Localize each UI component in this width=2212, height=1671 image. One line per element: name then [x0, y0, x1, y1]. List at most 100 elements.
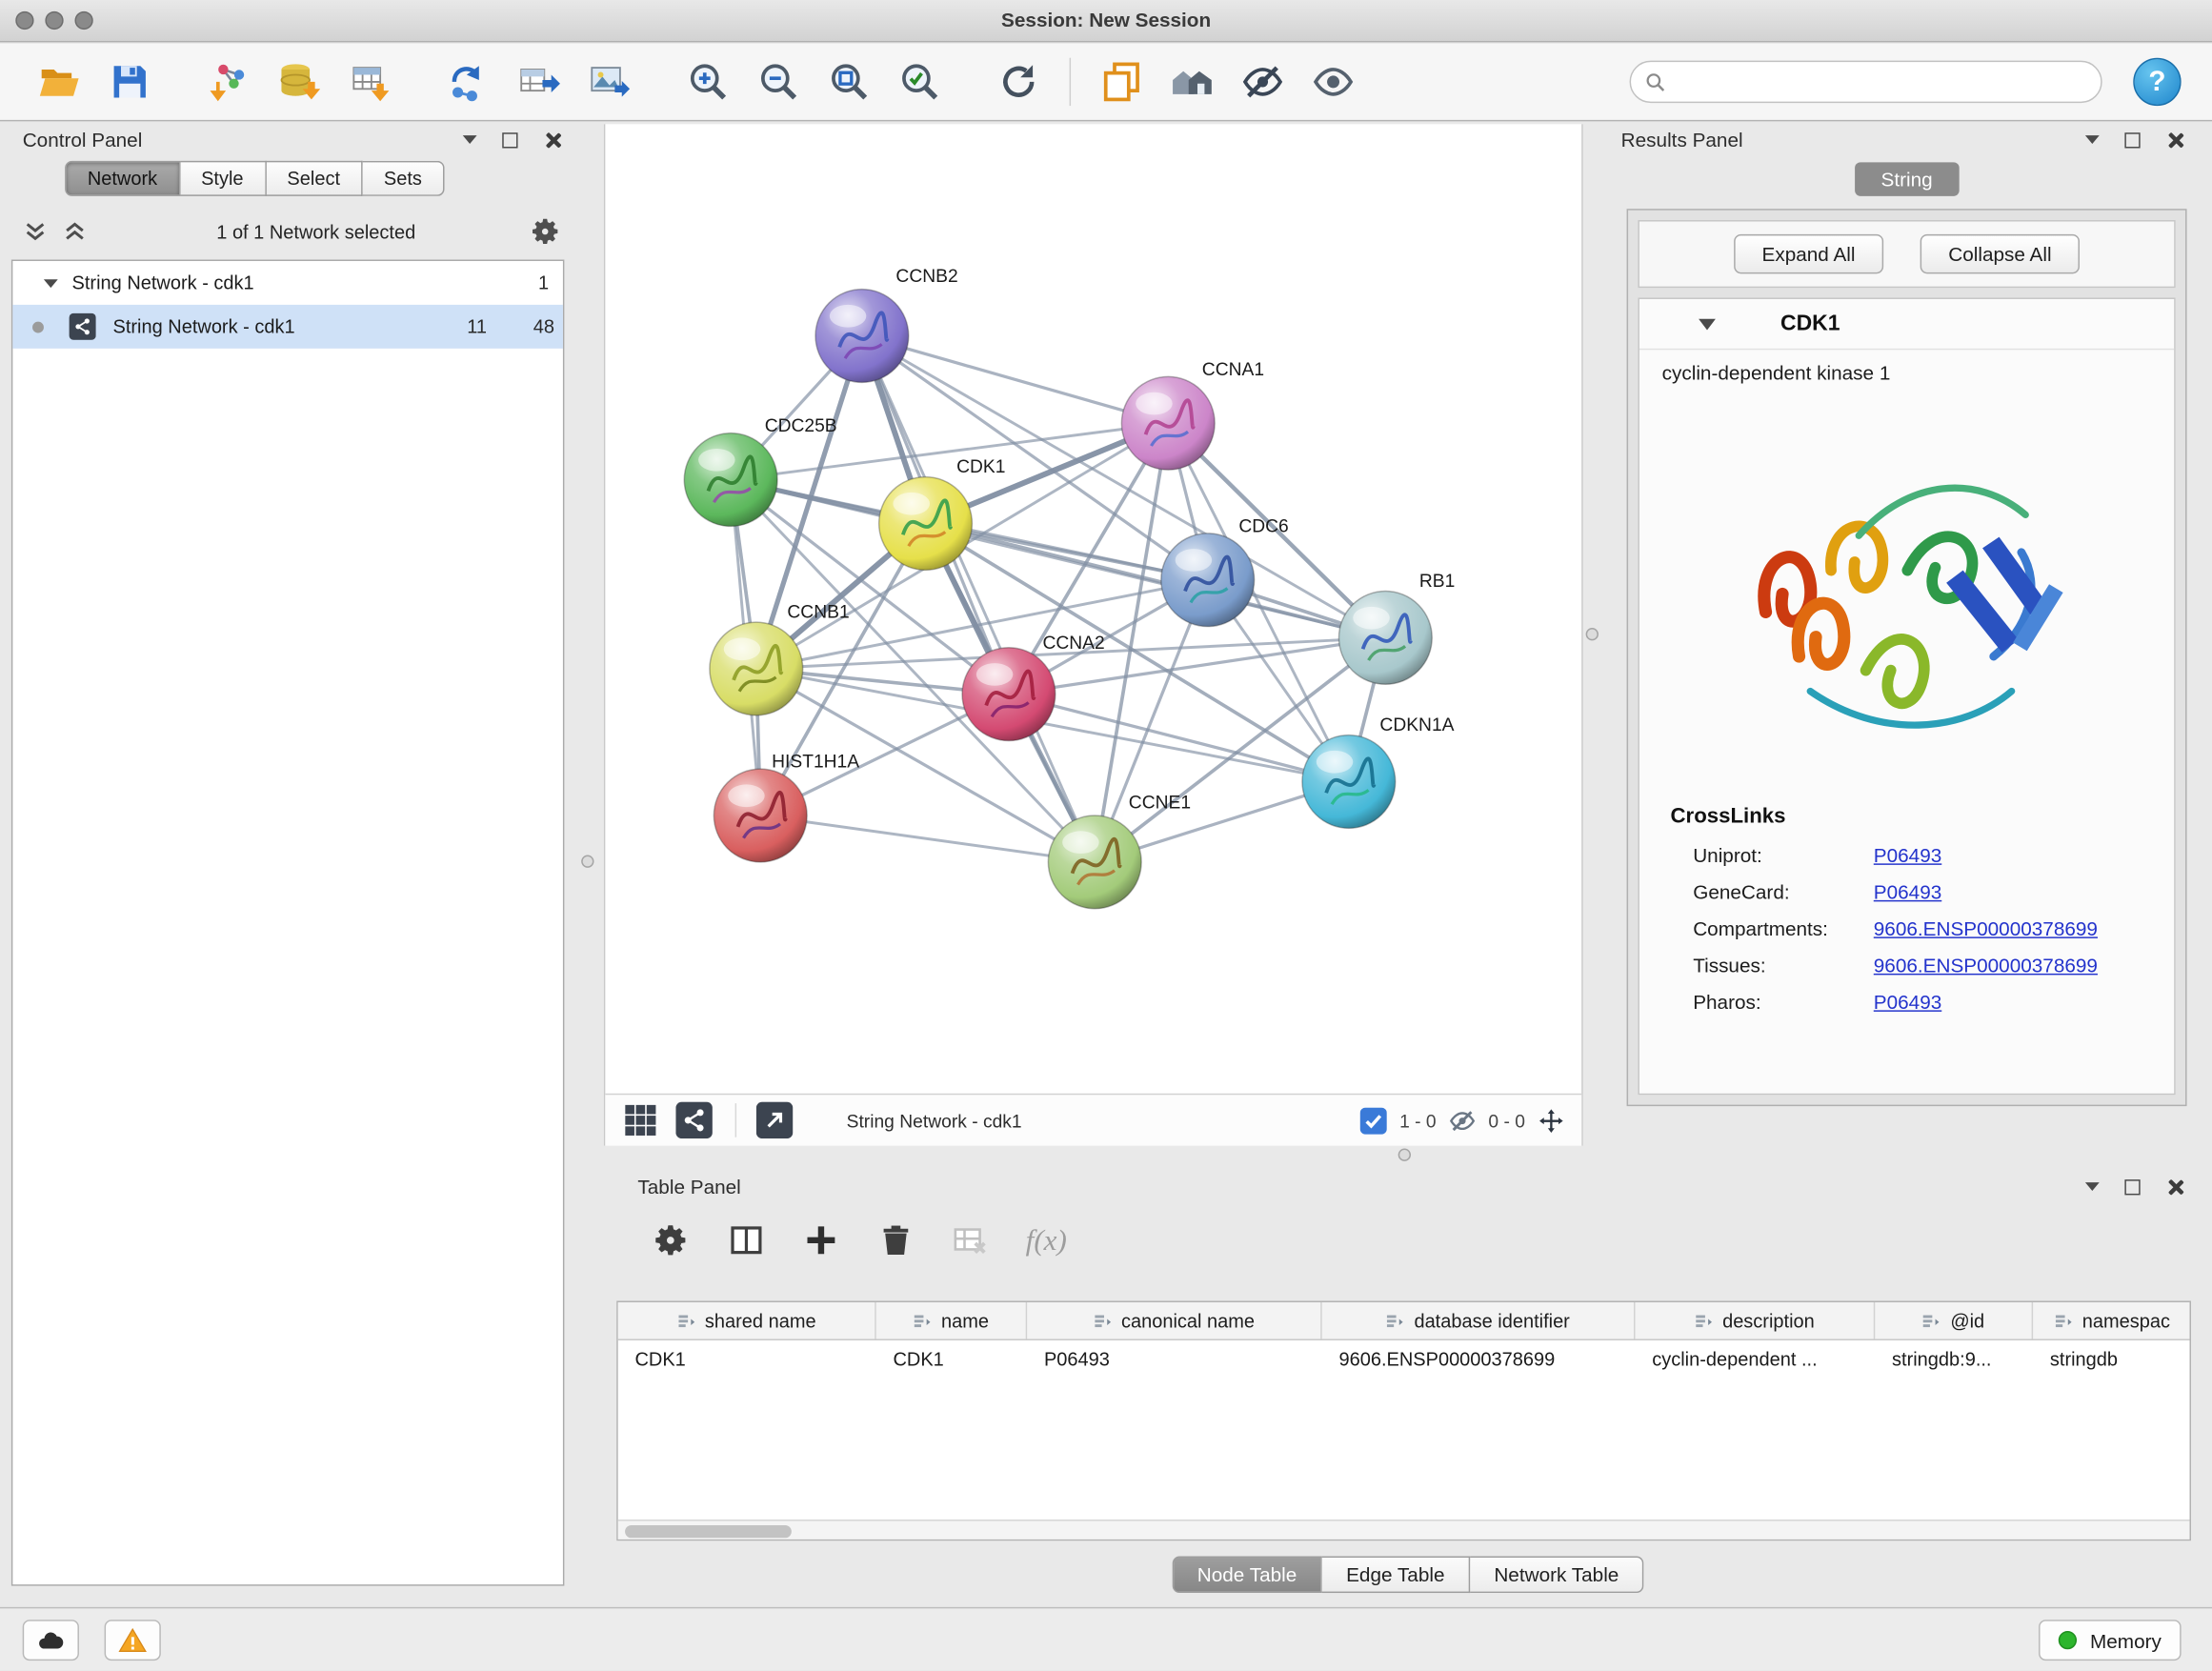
panel-menu-icon[interactable] [2085, 1182, 2100, 1191]
network-node-cdc6[interactable] [1161, 534, 1255, 627]
expand-all-icon[interactable] [62, 219, 88, 245]
network-node-ccna1[interactable] [1121, 376, 1215, 470]
node-label-cdk1: CDK1 [956, 457, 1005, 477]
search-input[interactable] [1675, 62, 2101, 101]
left-splitter-handle[interactable] [581, 855, 593, 867]
right-splitter-handle[interactable] [1586, 628, 1599, 640]
new-network-from-selection-button[interactable] [440, 52, 496, 111]
gene-expander-icon[interactable] [1699, 318, 1716, 330]
refresh-view-button[interactable] [991, 52, 1047, 111]
column-header--id[interactable]: @id [1875, 1302, 2033, 1339]
search-box[interactable] [1630, 61, 2102, 103]
network-node-cdkn1a[interactable] [1302, 735, 1396, 829]
table-horizontal-scrollbar[interactable] [618, 1520, 2190, 1540]
export-network-button[interactable] [511, 52, 567, 111]
crosslink-link[interactable]: P06493 [1874, 844, 1942, 867]
show-details-button[interactable] [1305, 52, 1361, 111]
open-session-button[interactable] [31, 52, 88, 111]
panel-close-icon[interactable] [543, 131, 561, 149]
zoom-out-button[interactable] [751, 52, 807, 111]
memory-button[interactable]: Memory [2040, 1620, 2182, 1661]
add-column-icon[interactable] [801, 1220, 840, 1259]
view-toolbar-separator [735, 1103, 736, 1137]
network-row-selected[interactable]: String Network - cdk1 11 48 [12, 305, 563, 349]
string-view-icon[interactable] [675, 1102, 713, 1139]
import-network-database-button[interactable] [271, 52, 327, 111]
column-header-canonical-name[interactable]: canonical name [1027, 1302, 1322, 1339]
column-header-namespac[interactable]: namespac [2033, 1302, 2191, 1339]
panel-menu-icon[interactable] [463, 135, 477, 144]
collection-expander-icon[interactable] [44, 278, 58, 287]
zoom-selected-button[interactable] [892, 52, 948, 111]
cloud-status-button[interactable] [23, 1620, 79, 1661]
zoom-in-button[interactable] [680, 52, 736, 111]
column-header-database-identifier[interactable]: database identifier [1322, 1302, 1636, 1339]
panel-float-icon[interactable] [2124, 131, 2140, 147]
column-header-name[interactable]: name [876, 1302, 1027, 1339]
hide-details-button[interactable] [1235, 52, 1291, 111]
network-node-ccne1[interactable] [1048, 815, 1141, 909]
panel-float-icon[interactable] [2124, 1178, 2140, 1194]
network-node-ccnb2[interactable] [815, 290, 909, 383]
horizontal-splitter-handle[interactable] [1398, 1149, 1411, 1161]
import-network-file-button[interactable] [200, 52, 256, 111]
network-view[interactable]: CCNB2CCNA1CDC25BCDK1CDC6RB1CCNB1CCNA2CDK… [604, 124, 1583, 1145]
network-edge[interactable] [862, 335, 1095, 861]
tab-network-table[interactable]: Network Table [1470, 1557, 1644, 1594]
hidden-eye-slash-icon[interactable] [1449, 1107, 1476, 1134]
warnings-button[interactable] [105, 1620, 161, 1661]
export-image-button[interactable] [581, 52, 637, 111]
network-node-rb1[interactable] [1338, 592, 1432, 685]
tab-string[interactable]: String [1854, 162, 1959, 196]
network-options-gear-icon[interactable] [531, 216, 562, 248]
gene-card-header[interactable]: CDK1 [1639, 299, 2174, 350]
panel-close-icon[interactable] [2165, 1178, 2183, 1196]
expand-all-button[interactable]: Expand All [1734, 234, 1883, 273]
open-in-browser-icon[interactable] [756, 1102, 794, 1139]
column-header-shared-name[interactable]: shared name [618, 1302, 876, 1339]
network-edge[interactable] [760, 815, 1095, 862]
scrollbar-thumb[interactable] [625, 1524, 792, 1537]
table-settings-gear-icon[interactable] [652, 1220, 691, 1259]
home-button[interactable] [1164, 52, 1220, 111]
tab-sets[interactable]: Sets [363, 161, 445, 196]
crosslink-link[interactable]: 9606.ENSP00000378699 [1874, 917, 2098, 940]
show-columns-icon[interactable] [727, 1220, 766, 1259]
network-node-hist1h1a[interactable] [714, 769, 807, 862]
network-collection-row[interactable]: String Network - cdk1 1 [12, 261, 563, 305]
tab-node-table[interactable]: Node Table [1172, 1557, 1322, 1594]
tab-network[interactable]: Network [65, 161, 180, 196]
pan-crosshair-icon[interactable] [1538, 1107, 1564, 1134]
save-session-button[interactable] [102, 52, 158, 111]
network-edge[interactable] [862, 335, 1168, 423]
column-sort-icon [676, 1312, 694, 1330]
tab-select[interactable]: Select [266, 161, 362, 196]
import-table-button[interactable] [341, 52, 397, 111]
panel-float-icon[interactable] [502, 131, 517, 147]
network-node-cdk1[interactable] [879, 477, 973, 571]
open-folder-icon [38, 61, 80, 103]
network-node-ccna2[interactable] [962, 648, 1056, 741]
export-table-icon [518, 61, 560, 103]
crosslink-link[interactable]: 9606.ENSP00000378699 [1874, 954, 2098, 976]
help-button[interactable]: ? [2133, 58, 2181, 106]
crosslink-link[interactable]: P06493 [1874, 880, 1942, 903]
tab-edge-table[interactable]: Edge Table [1322, 1557, 1470, 1594]
network-node-cdc25b[interactable] [684, 433, 777, 527]
panel-menu-icon[interactable] [2085, 135, 2100, 144]
network-canvas[interactable]: CCNB2CCNA1CDC25BCDK1CDC6RB1CCNB1CCNA2CDK… [605, 124, 1584, 1093]
collapse-all-button[interactable]: Collapse All [1920, 234, 2081, 273]
collapse-all-icon[interactable] [23, 219, 49, 245]
tab-style[interactable]: Style [180, 161, 266, 196]
table-row[interactable]: CDK1CDK1P064939606.ENSP00000378699cyclin… [618, 1340, 2190, 1379]
panel-close-icon[interactable] [2165, 131, 2183, 149]
network-node-ccnb1[interactable] [710, 622, 803, 715]
birdseye-grid-icon[interactable] [622, 1102, 659, 1139]
column-header-description[interactable]: description [1635, 1302, 1875, 1339]
delete-column-trash-icon[interactable] [876, 1220, 915, 1259]
copy-document-button[interactable] [1094, 52, 1150, 111]
zoom-fit-button[interactable] [821, 52, 877, 111]
column-header-label: database identifier [1414, 1310, 1569, 1331]
selected-checkbox-icon[interactable] [1360, 1107, 1387, 1134]
crosslink-link[interactable]: P06493 [1874, 991, 1942, 1014]
